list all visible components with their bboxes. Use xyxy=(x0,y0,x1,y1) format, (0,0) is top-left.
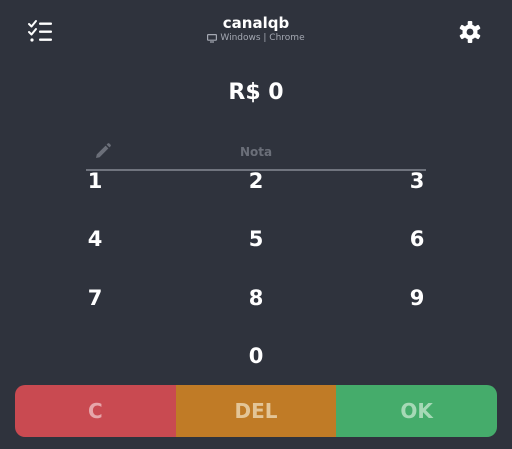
key-0[interactable]: 0 xyxy=(216,334,296,378)
key-8[interactable]: 8 xyxy=(216,276,296,320)
key-5[interactable]: 5 xyxy=(216,217,296,261)
action-bar: C DEL OK xyxy=(15,385,497,437)
platform-label: Windows | Chrome xyxy=(220,33,305,43)
pencil-icon xyxy=(96,143,111,158)
clear-button[interactable]: C xyxy=(15,385,176,437)
key-1[interactable]: 1 xyxy=(55,159,135,203)
app-title: canalqb xyxy=(222,14,290,32)
monitor-icon xyxy=(207,33,218,43)
key-9[interactable]: 9 xyxy=(377,276,457,320)
checklist-icon[interactable] xyxy=(26,18,56,44)
delete-button[interactable]: DEL xyxy=(175,385,337,437)
key-7[interactable]: 7 xyxy=(55,276,135,320)
ok-button[interactable]: OK xyxy=(336,385,497,437)
platform-info: Windows | Chrome xyxy=(156,32,356,44)
amount-display: R$ 0 xyxy=(228,80,284,105)
key-6[interactable]: 6 xyxy=(377,217,457,261)
title-block: canalqb Windows | Chrome xyxy=(156,14,356,44)
key-4[interactable]: 4 xyxy=(55,217,135,261)
app-header: canalqb Windows | Chrome xyxy=(0,0,512,62)
gear-icon[interactable] xyxy=(456,18,486,46)
key-3[interactable]: 3 xyxy=(377,159,457,203)
key-2[interactable]: 2 xyxy=(216,159,296,203)
